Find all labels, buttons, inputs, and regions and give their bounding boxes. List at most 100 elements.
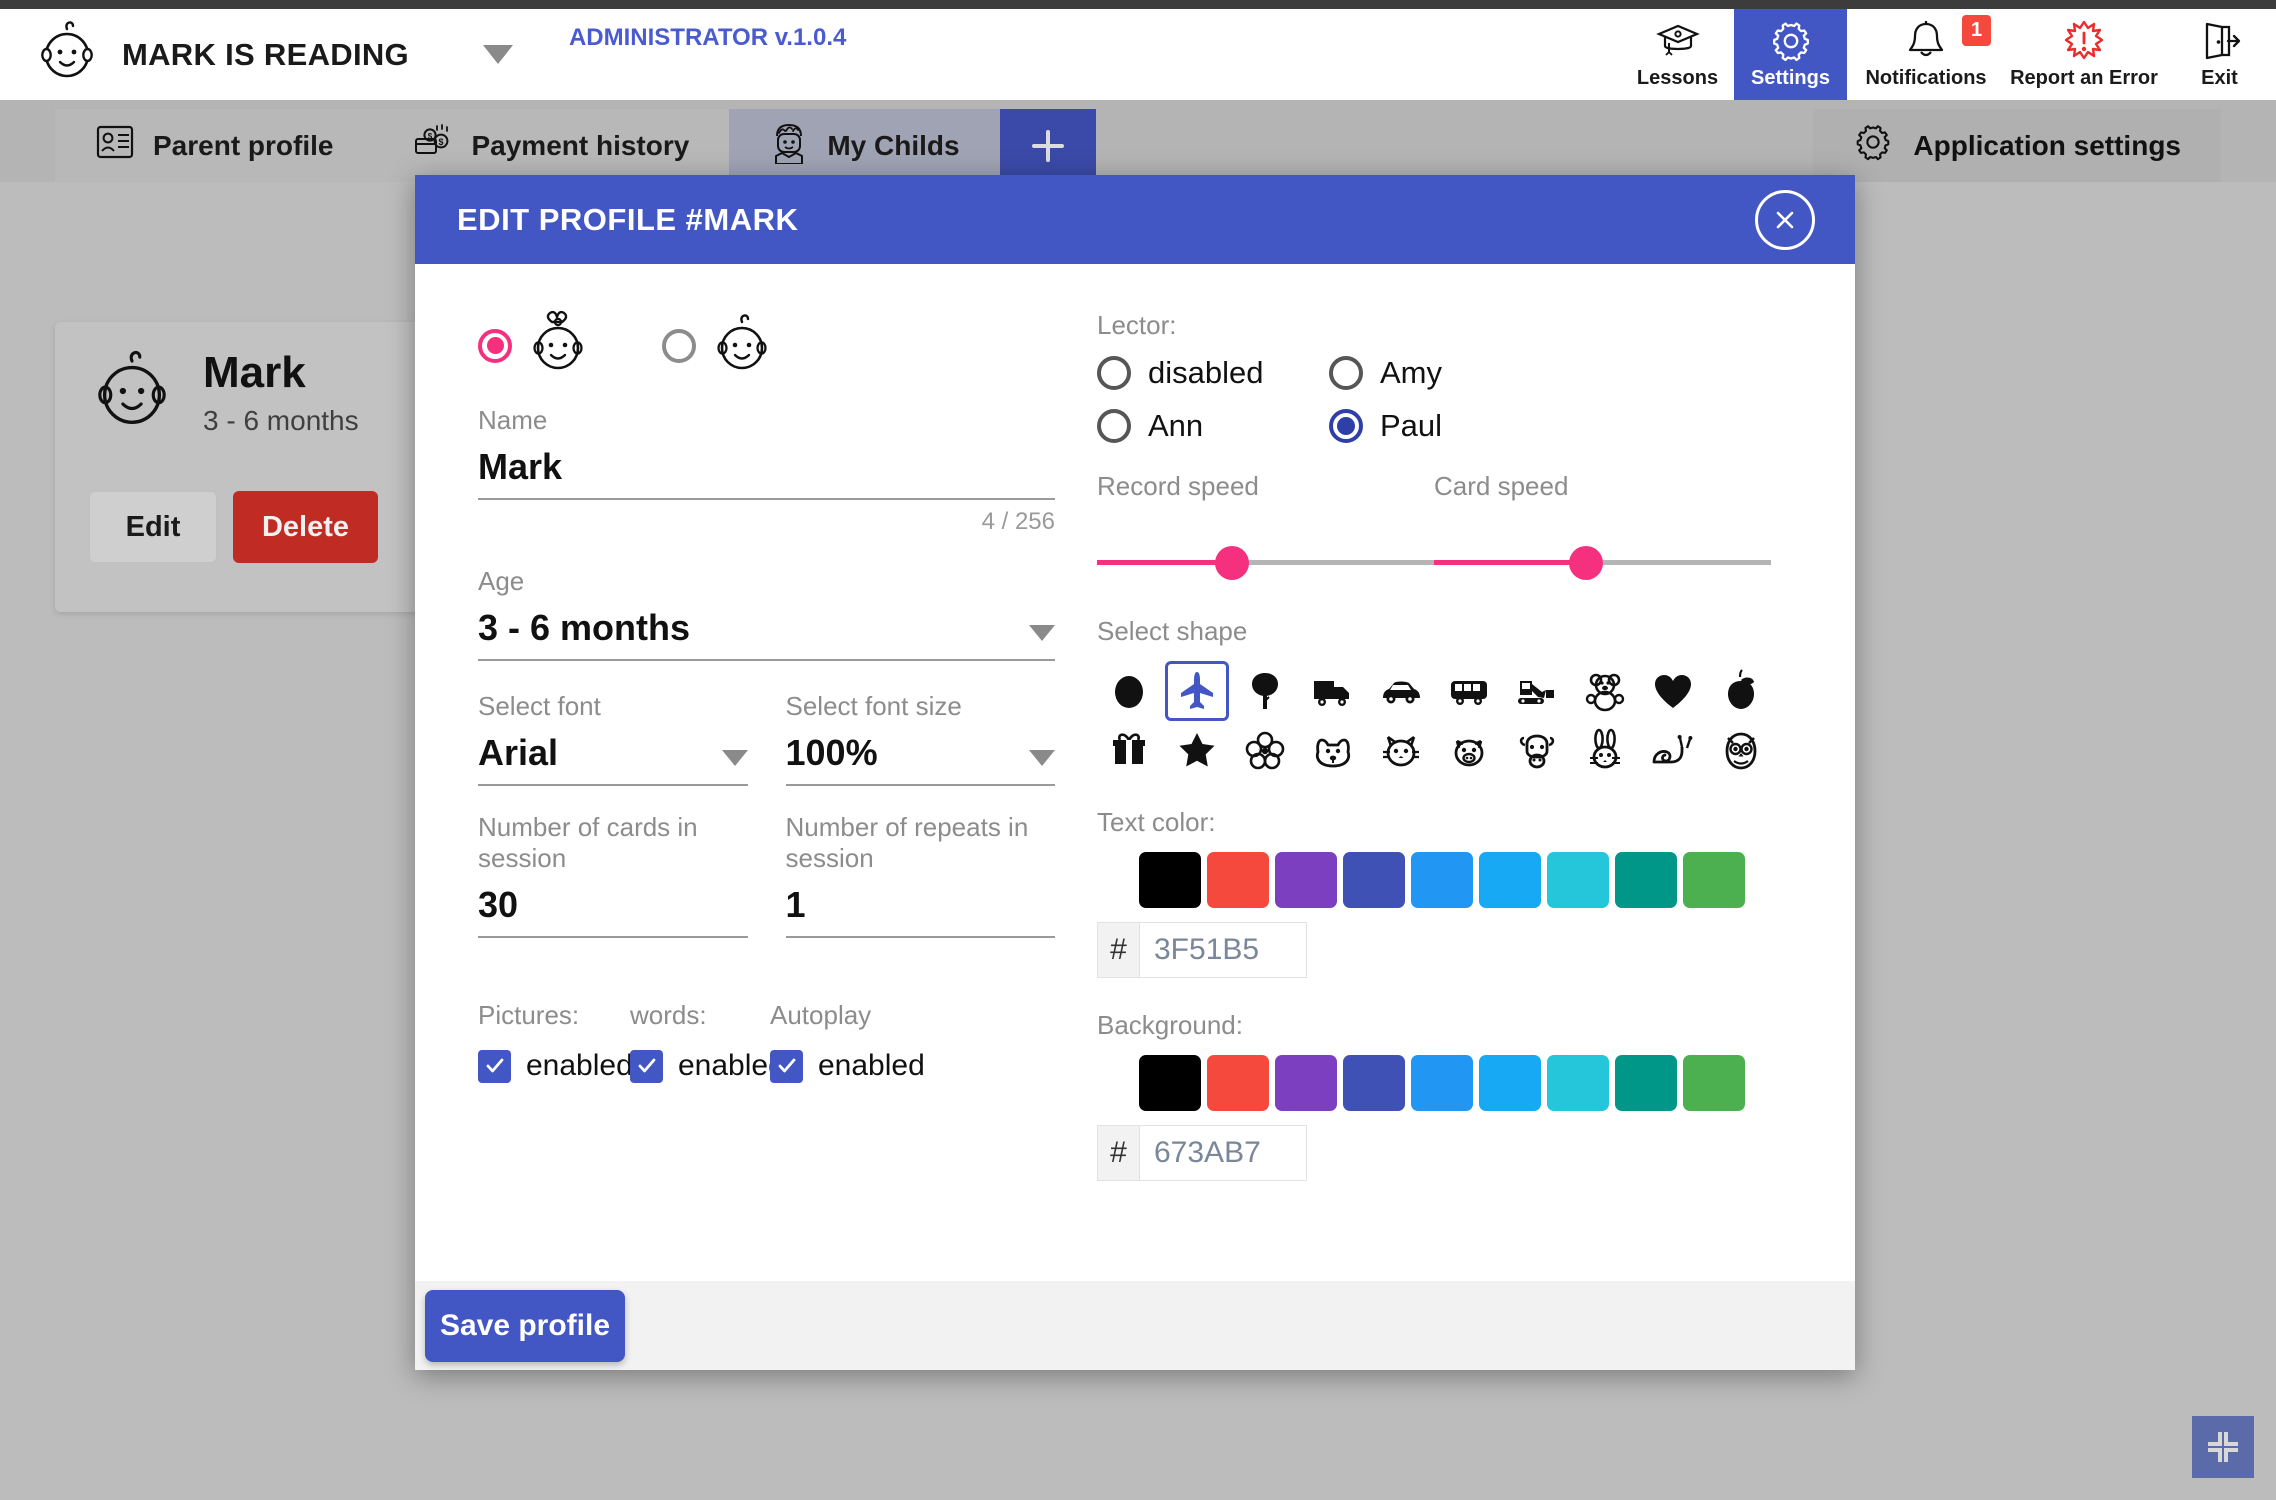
font-size-label: Select font size — [785, 691, 962, 721]
shape-cow-icon[interactable] — [1505, 721, 1569, 781]
shape-star-icon[interactable] — [1165, 721, 1229, 781]
background-color-swatch-8[interactable] — [1683, 1055, 1745, 1111]
cards-in-session-input[interactable]: 30 — [478, 884, 748, 938]
nav-item-report-error-label: Report an Error — [2010, 67, 2158, 89]
modal-title: EDIT PROFILE #MARK — [457, 201, 799, 237]
text-color-swatch-3[interactable] — [1343, 852, 1405, 908]
close-modal-button[interactable] — [1755, 189, 1815, 250]
money-cards-icon: $ $ — [413, 122, 453, 169]
shape-flower-icon[interactable] — [1233, 721, 1297, 781]
background-color-swatch-2[interactable] — [1275, 1055, 1337, 1111]
nav-item-report-error[interactable]: Report an Error — [2005, 9, 2163, 100]
save-profile-button[interactable]: Save profile — [425, 1289, 625, 1362]
shape-rabbit-icon[interactable] — [1573, 721, 1637, 781]
tab-add-child-button[interactable] — [999, 109, 1096, 182]
age-field-group: Age 3 - 6 months — [478, 566, 1055, 661]
background-color-swatch-4[interactable] — [1411, 1055, 1473, 1111]
background-color-swatch-7[interactable] — [1615, 1055, 1677, 1111]
shape-apple-icon[interactable] — [1709, 661, 1773, 721]
text-color-swatch-2[interactable] — [1275, 852, 1337, 908]
background-color-swatch-1[interactable] — [1207, 1055, 1269, 1111]
tab-payment-history[interactable]: $ $ Payment history — [373, 109, 730, 182]
lector-option-ann[interactable]: Ann — [1097, 408, 1329, 444]
slider-thumb[interactable] — [1214, 546, 1249, 580]
shape-excavator-icon[interactable] — [1505, 661, 1569, 721]
shape-teddy-bear-icon[interactable] — [1573, 661, 1637, 721]
autoplay-checkbox[interactable]: enabled — [770, 1049, 925, 1083]
words-checkbox[interactable]: enabled — [630, 1049, 785, 1083]
lector-option-paul[interactable]: Paul — [1329, 408, 1561, 444]
gender-radio-boy[interactable] — [662, 328, 696, 363]
radio-paul — [1329, 409, 1363, 443]
shape-tree-icon[interactable] — [1233, 661, 1297, 721]
card-speed-slider[interactable] — [1434, 534, 1771, 590]
text-color-swatch-4[interactable] — [1411, 852, 1473, 908]
shape-truck-icon[interactable] — [1301, 661, 1365, 721]
shape-heart-icon[interactable] — [1641, 661, 1705, 721]
text-color-swatch-7[interactable] — [1615, 852, 1677, 908]
background-color-swatch-6[interactable] — [1547, 1055, 1609, 1111]
shape-dog-icon[interactable] — [1301, 721, 1365, 781]
font-size-field-group: Select font size 100% — [785, 691, 1055, 786]
shape-bus-icon[interactable] — [1437, 661, 1501, 721]
collapse-fullscreen-button[interactable] — [2192, 1416, 2254, 1478]
font-select[interactable]: Arial — [478, 732, 748, 786]
gender-radio-girl[interactable] — [478, 328, 512, 363]
shape-owl-icon[interactable] — [1709, 721, 1773, 781]
nav-item-lessons[interactable]: Lessons — [1621, 9, 1734, 100]
edit-profile-modal: EDIT PROFILE #MARK Name Mark 4 / 256 Age… — [415, 175, 1855, 1370]
application-settings-button[interactable]: Application settings — [1813, 109, 2221, 182]
shape-car-icon[interactable] — [1369, 661, 1433, 721]
radio-disabled — [1097, 356, 1131, 390]
font-field-group: Select font Arial — [478, 691, 748, 786]
child-card-name: Mark — [203, 348, 306, 398]
shape-airplane-icon[interactable] — [1165, 661, 1229, 721]
card-speed-group: Card speed — [1434, 471, 1771, 590]
shape-snail-icon[interactable] — [1641, 721, 1705, 781]
record-speed-slider[interactable] — [1097, 534, 1434, 590]
nav-item-settings-label: Settings — [1751, 67, 1830, 89]
lector-options: disabled Ann Amy Paul — [1097, 355, 1792, 461]
text-color-hex-input[interactable]: 3F51B5 — [1139, 922, 1307, 978]
pictures-checkbox[interactable]: enabled — [478, 1049, 633, 1083]
name-input[interactable]: Mark — [478, 446, 1055, 500]
nav-item-notifications[interactable]: 1 Notifications — [1847, 9, 2005, 100]
shape-grid — [1097, 661, 1797, 781]
tab-my-childs[interactable]: My Childs — [729, 109, 1000, 182]
age-select[interactable]: 3 - 6 months — [478, 607, 1055, 661]
background-color-hex-input[interactable]: 673AB7 — [1139, 1125, 1307, 1181]
shape-gift-icon[interactable] — [1097, 721, 1161, 781]
text-color-swatch-0[interactable] — [1139, 852, 1201, 908]
background-color-hex-field[interactable]: # 673AB7 — [1097, 1125, 1307, 1181]
slider-thumb[interactable] — [1568, 546, 1603, 580]
brand-dropdown-caret-icon[interactable] — [482, 45, 513, 64]
text-color-swatch-1[interactable] — [1207, 852, 1269, 908]
background-color-swatch-5[interactable] — [1479, 1055, 1541, 1111]
nav-item-settings[interactable]: Settings — [1734, 9, 1847, 100]
exit-door-icon — [2198, 19, 2242, 63]
radio-amy — [1329, 356, 1363, 390]
name-label: Name — [478, 405, 548, 435]
background-color-swatches — [1139, 1055, 1792, 1111]
text-color-swatch-6[interactable] — [1547, 852, 1609, 908]
shape-pig-icon[interactable] — [1437, 721, 1501, 781]
edit-child-button[interactable]: Edit — [89, 491, 217, 563]
autoplay-value: enabled — [818, 1049, 925, 1082]
lector-option-amy[interactable]: Amy — [1329, 355, 1561, 391]
delete-child-button[interactable]: Delete — [233, 491, 378, 563]
shape-cat-icon[interactable] — [1369, 721, 1433, 781]
lector-option-disabled[interactable]: disabled — [1097, 355, 1329, 391]
font-size-select[interactable]: 100% — [785, 732, 1055, 786]
girl-face-icon[interactable] — [526, 310, 600, 381]
text-color-swatch-5[interactable] — [1479, 852, 1541, 908]
text-color-swatch-8[interactable] — [1683, 852, 1745, 908]
nav-item-exit[interactable]: Exit — [2163, 9, 2276, 100]
tab-parent-profile[interactable]: Parent profile — [55, 109, 374, 182]
boy-face-icon[interactable] — [710, 310, 784, 381]
background-color-swatch-0[interactable] — [1139, 1055, 1201, 1111]
shape-circle-icon[interactable] — [1097, 661, 1161, 721]
repeats-in-session-input[interactable]: 1 — [785, 884, 1055, 938]
background-color-swatch-3[interactable] — [1343, 1055, 1405, 1111]
text-color-hex-field[interactable]: # 3F51B5 — [1097, 922, 1307, 978]
